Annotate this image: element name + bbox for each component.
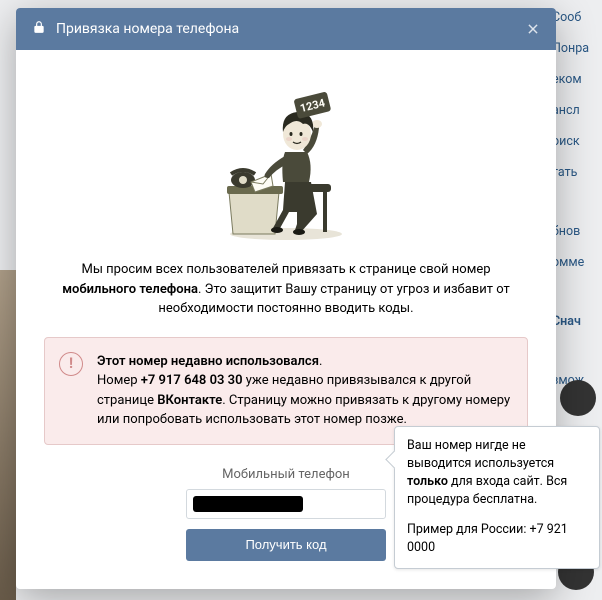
background-avatar bbox=[560, 380, 596, 416]
close-icon[interactable] bbox=[526, 22, 540, 36]
modal-title: Привязка номера телефона bbox=[56, 21, 239, 37]
modal-header: Привязка номера телефона bbox=[16, 8, 556, 50]
phone-input[interactable] bbox=[186, 489, 386, 519]
tooltip-text: Ваш номер нигде не выводится используетс… bbox=[407, 437, 587, 510]
lock-icon bbox=[32, 20, 46, 38]
illustration: 1234 bbox=[44, 74, 528, 244]
phone-label: Мобильный телефон bbox=[222, 467, 350, 482]
modal-dialog: Привязка номера телефона bbox=[16, 8, 556, 589]
warning-text: Этот номер недавно использовался. Номер … bbox=[97, 352, 511, 430]
background-image bbox=[0, 270, 16, 600]
intro-text: Мы просим всех пользователей привязать к… bbox=[44, 260, 528, 319]
tooltip: Ваш номер нигде не выводится используетс… bbox=[394, 426, 600, 569]
tooltip-example: Пример для России: +7 921 0000 bbox=[407, 521, 587, 557]
redacted-value bbox=[193, 496, 303, 512]
warning-icon: ! bbox=[59, 352, 83, 376]
submit-button[interactable]: Получить код bbox=[186, 529, 386, 561]
